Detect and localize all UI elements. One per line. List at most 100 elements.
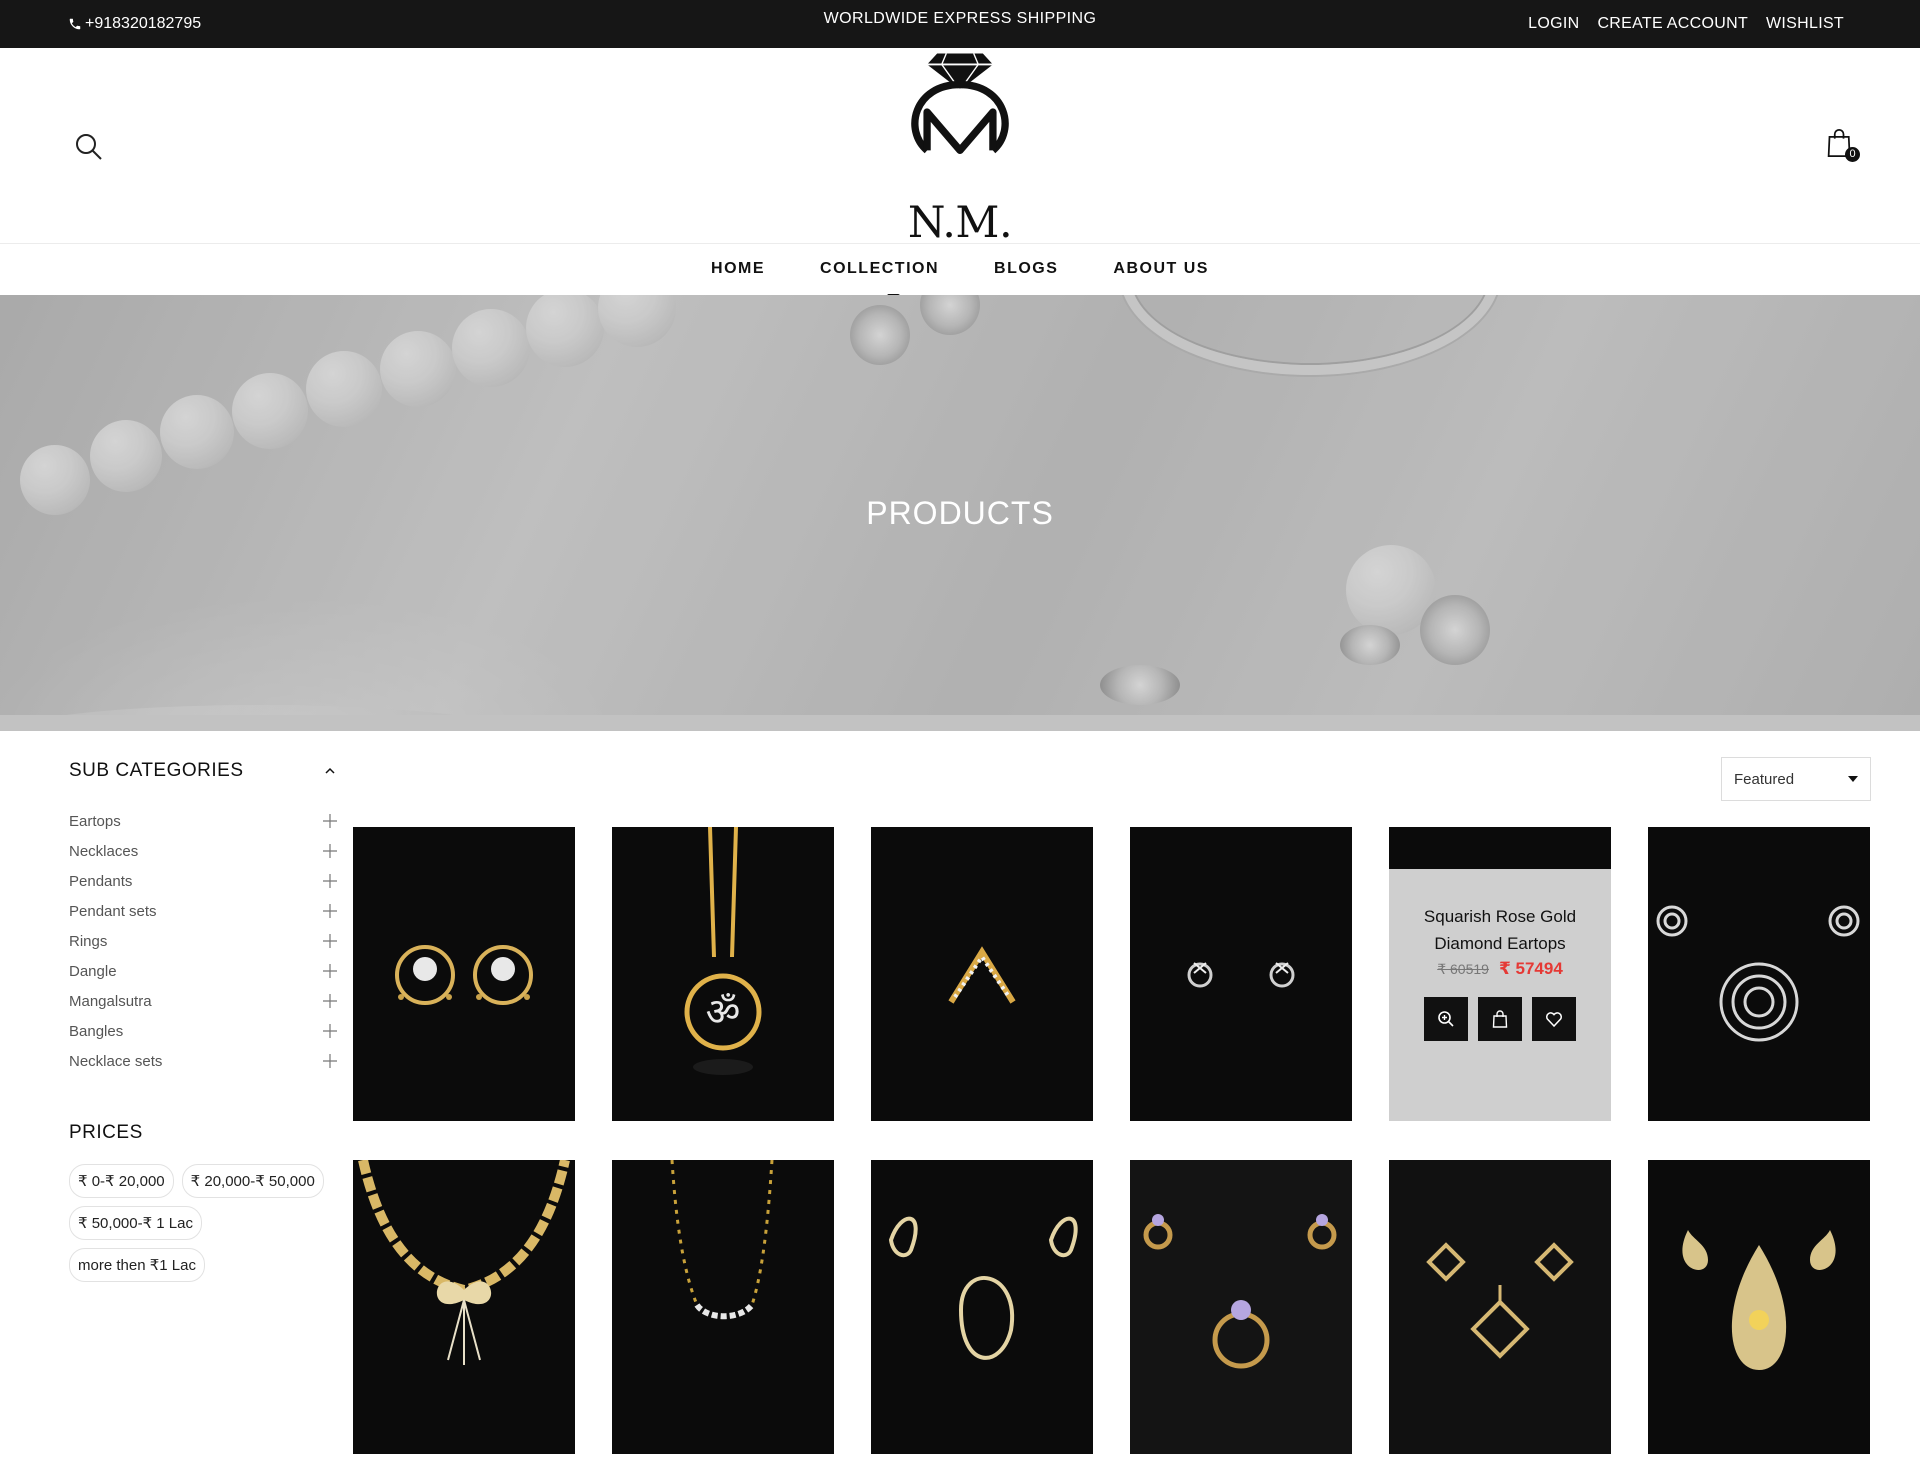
svg-text:ॐ: ॐ xyxy=(706,990,741,1034)
account-links: LOGIN CREATE ACCOUNT WISHLIST xyxy=(1528,15,1844,33)
product-card[interactable] xyxy=(871,827,1093,1121)
plus-icon[interactable] xyxy=(323,904,337,918)
page-title: PRODUCTS xyxy=(866,495,1054,531)
product-actions xyxy=(1389,997,1611,1041)
pearl-image xyxy=(0,705,520,715)
price-filter-20k-50k[interactable]: ₹ 20,000-₹ 50,000 xyxy=(181,1164,324,1198)
product-name[interactable]: Squarish Rose Gold Diamond Eartops xyxy=(1389,903,1611,957)
subcategory-label: Pendants xyxy=(69,872,133,890)
subcategory-list: Eartops Necklaces Pendants Pendant sets … xyxy=(69,806,337,1076)
plus-icon[interactable] xyxy=(323,964,337,978)
rose-pendant-set-image xyxy=(1130,1160,1352,1454)
product-card[interactable] xyxy=(353,1160,575,1454)
pearl-image xyxy=(380,331,456,407)
top-bar: +918320182795 WORLDWIDE EXPRESS SHIPPING… xyxy=(0,0,1920,48)
nav-home[interactable]: HOME xyxy=(711,260,765,278)
floral-pendant-set-image xyxy=(888,1216,1078,1360)
small-eartops-image xyxy=(1187,962,1295,988)
cart-button[interactable]: 0 xyxy=(1826,128,1860,162)
caret-down-icon xyxy=(1848,776,1858,782)
subcategories-title: SUB CATEGORIES xyxy=(69,760,244,781)
subcategory-label: Eartops xyxy=(69,812,121,830)
hero-divider xyxy=(0,715,1920,731)
chevron-up-icon[interactable] xyxy=(323,764,337,778)
product-card[interactable] xyxy=(1648,1160,1870,1454)
subcategory-label: Necklaces xyxy=(69,842,139,860)
plus-icon[interactable] xyxy=(323,1024,337,1038)
filter-sidebar: SUB CATEGORIES Eartops Necklaces Pendant… xyxy=(69,760,337,1282)
crystal-cluster-image xyxy=(920,295,980,335)
subcategory-necklace-sets[interactable]: Necklace sets xyxy=(69,1046,337,1076)
bow-necklace-image xyxy=(358,1160,570,1365)
subcategory-pendants[interactable]: Pendants xyxy=(69,866,337,896)
pearl-image xyxy=(526,295,604,367)
sort-dropdown[interactable]: Featured xyxy=(1721,757,1871,801)
product-card[interactable] xyxy=(1648,827,1870,1121)
product-card[interactable]: Squarish Rose Gold Diamond Eartops ₹ 605… xyxy=(1389,827,1611,1121)
nav-about-us[interactable]: ABOUT US xyxy=(1113,260,1209,278)
login-link[interactable]: LOGIN xyxy=(1528,15,1579,33)
subcategory-necklaces[interactable]: Necklaces xyxy=(69,836,337,866)
product-card[interactable] xyxy=(353,827,575,1121)
plus-icon[interactable] xyxy=(323,1054,337,1068)
pearl-image xyxy=(598,295,676,347)
om-pendant-image: ॐ xyxy=(684,827,762,1075)
plus-icon[interactable] xyxy=(323,994,337,1008)
plus-icon[interactable] xyxy=(323,814,337,828)
site-logo[interactable]: N.M. Jewëls xyxy=(840,48,1080,298)
subcategories-header[interactable]: SUB CATEGORIES xyxy=(69,760,337,782)
product-card[interactable]: ॐ xyxy=(612,827,834,1121)
add-to-cart-button[interactable] xyxy=(1478,997,1522,1041)
product-card[interactable] xyxy=(612,1160,834,1454)
price-filter-50k-1lac[interactable]: ₹ 50,000-₹ 1 Lac xyxy=(69,1206,202,1240)
square-pendant-set-image xyxy=(1389,1160,1611,1454)
product-card[interactable] xyxy=(1130,827,1352,1121)
plus-icon[interactable] xyxy=(323,874,337,888)
drop-pendant-set-image xyxy=(1682,1230,1836,1370)
product-card[interactable] xyxy=(1389,1160,1611,1454)
site-header: N.M. Jewëls 0 xyxy=(0,48,1920,298)
pearl-image xyxy=(306,351,382,427)
wishlist-link[interactable]: WISHLIST xyxy=(1766,15,1844,33)
subcategory-label: Dangle xyxy=(69,962,117,980)
subcategory-bangles[interactable]: Bangles xyxy=(69,1016,337,1046)
subcategory-eartops[interactable]: Eartops xyxy=(69,806,337,836)
crystal-cluster-image xyxy=(850,305,910,365)
quick-view-button[interactable] xyxy=(1424,997,1468,1041)
zoom-in-icon xyxy=(1438,1011,1454,1027)
plus-icon[interactable] xyxy=(323,934,337,948)
create-account-link[interactable]: CREATE ACCOUNT xyxy=(1597,15,1748,33)
pearl-image xyxy=(452,309,530,387)
product-card[interactable] xyxy=(1130,1160,1352,1454)
subcategory-pendant-sets[interactable]: Pendant sets xyxy=(69,896,337,926)
subcategory-rings[interactable]: Rings xyxy=(69,926,337,956)
product-hover-card: Squarish Rose Gold Diamond Eartops ₹ 605… xyxy=(1389,869,1611,1121)
nav-collection[interactable]: COLLECTION xyxy=(820,260,939,278)
subcategory-label: Bangles xyxy=(69,1022,124,1040)
sale-price: ₹ 57494 xyxy=(1498,959,1563,978)
shopping-bag-icon xyxy=(1492,1010,1508,1028)
price-filter-list: ₹ 0-₹ 20,000 ₹ 20,000-₹ 50,000 ₹ 50,000-… xyxy=(69,1164,337,1282)
v-ring-image xyxy=(948,946,1016,1004)
subcategory-mangalsutra[interactable]: Mangalsutra xyxy=(69,986,337,1016)
plus-icon[interactable] xyxy=(323,844,337,858)
price-filter-0-20k[interactable]: ₹ 0-₹ 20,000 xyxy=(69,1164,174,1198)
search-icon xyxy=(76,134,102,160)
mangalsutra-image xyxy=(670,1160,774,1320)
product-card[interactable] xyxy=(871,1160,1093,1454)
sort-selected-value: Featured xyxy=(1734,770,1795,788)
price-row: ₹ 60519 ₹ 57494 xyxy=(1389,959,1611,979)
price-filter-over-1lac[interactable]: more then ₹1 Lac xyxy=(69,1248,205,1282)
original-price: ₹ 60519 xyxy=(1437,961,1489,977)
subcategory-label: Rings xyxy=(69,932,108,950)
chandbali-eartops-image xyxy=(395,945,533,1005)
swirl-pendant-set-image xyxy=(1656,905,1860,1042)
cart-count-badge: 0 xyxy=(1845,147,1860,162)
search-button[interactable] xyxy=(74,132,104,162)
add-to-wishlist-button[interactable] xyxy=(1532,997,1576,1041)
subcategory-label: Necklace sets xyxy=(69,1052,163,1070)
nav-blogs[interactable]: BLOGS xyxy=(994,260,1058,278)
pearl-image xyxy=(90,420,162,492)
subcategory-dangle[interactable]: Dangle xyxy=(69,956,337,986)
diamond-monogram-icon xyxy=(911,53,1009,155)
